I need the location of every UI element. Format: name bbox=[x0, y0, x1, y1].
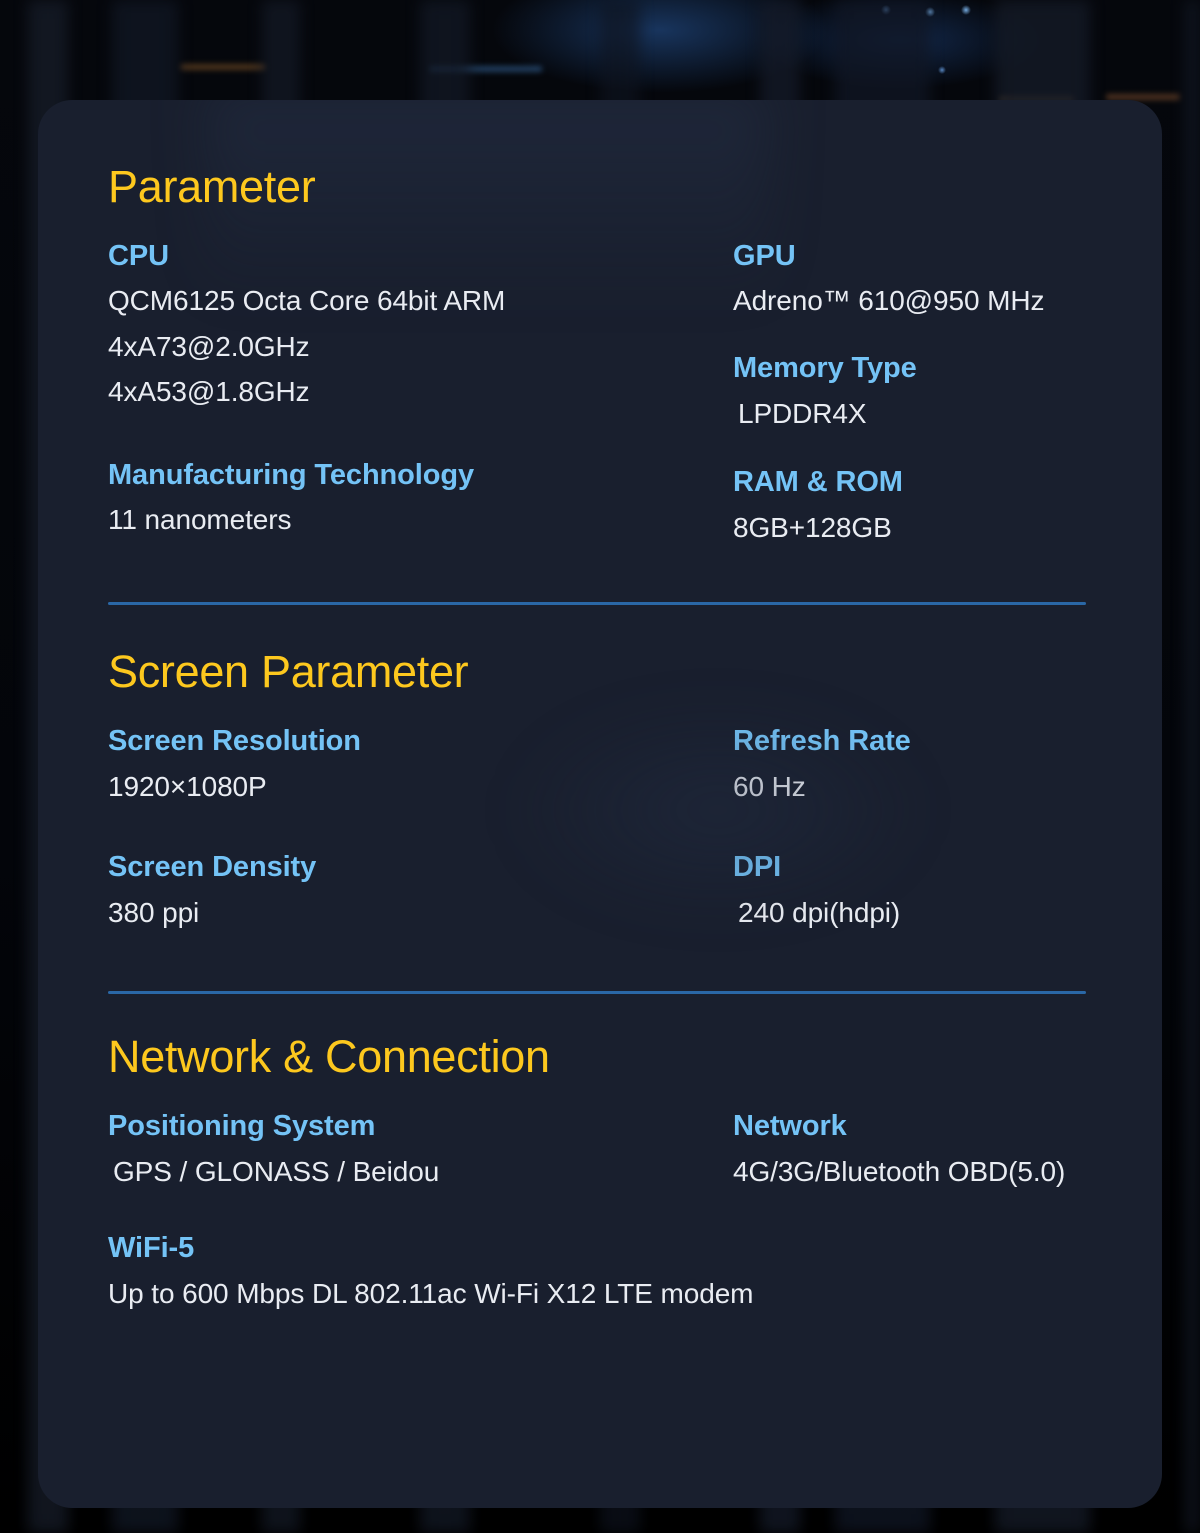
field-value-cpu-1: QCM6125 Octa Core 64bit ARM bbox=[108, 285, 506, 317]
parameter-left-column: CPU QCM6125 Octa Core 64bit ARM 4xA73@2.… bbox=[108, 234, 733, 555]
field-value-screen-density: 380 ppi bbox=[108, 897, 200, 929]
section-title-screen-parameter: Screen Parameter bbox=[108, 646, 469, 698]
field-label-wifi: WiFi-5 bbox=[108, 1232, 195, 1265]
field-dpi: DPI 240 dpi(hdpi) bbox=[733, 845, 1124, 935]
field-label-screen-density: Screen Density bbox=[108, 851, 317, 884]
network-right-column: Network 4G/3G/Bluetooth OBD(5.0) bbox=[733, 1104, 1124, 1198]
network-left-column: Positioning System GPS / GLONASS / Beido… bbox=[108, 1104, 733, 1198]
field-value-cpu-3: 4xA53@1.8GHz bbox=[108, 376, 310, 408]
field-label-network: Network bbox=[733, 1109, 847, 1142]
field-label-cpu: CPU bbox=[108, 239, 169, 272]
field-value-memory-type: LPDDR4X bbox=[738, 397, 867, 429]
wifi-row: WiFi-5 Up to 600 Mbps DL 802.11ac Wi-Fi … bbox=[70, 1226, 1124, 1320]
field-label-dpi: DPI bbox=[733, 851, 782, 884]
field-refresh-rate: Refresh Rate 60 Hz bbox=[733, 719, 1124, 809]
field-value-gpu: Adreno™ 610@950 MHz bbox=[733, 285, 1045, 317]
network-grid: Positioning System GPS / GLONASS / Beido… bbox=[70, 1104, 1124, 1198]
section-screen-parameter: Screen Parameter Screen Resolution 1920×… bbox=[70, 605, 1124, 939]
field-value-screen-resolution: 1920×1080P bbox=[108, 770, 267, 802]
section-parameter: Parameter CPU QCM6125 Octa Core 64bit AR… bbox=[70, 162, 1124, 554]
field-value-ram-rom: 8GB+128GB bbox=[733, 512, 892, 544]
screen-right-column: Refresh Rate 60 Hz DPI 240 dpi(hdpi) bbox=[733, 719, 1124, 940]
field-value-manufacturing-technology: 11 nanometers bbox=[108, 504, 292, 536]
field-gpu: GPU Adreno™ 610@950 MHz bbox=[733, 234, 1124, 324]
field-label-gpu: GPU bbox=[733, 239, 796, 272]
field-value-wifi: Up to 600 Mbps DL 802.11ac Wi-Fi X12 LTE… bbox=[108, 1278, 754, 1310]
field-screen-resolution: Screen Resolution 1920×1080P bbox=[108, 719, 733, 809]
field-label-refresh-rate: Refresh Rate bbox=[733, 724, 911, 757]
field-label-manufacturing-technology: Manufacturing Technology bbox=[108, 458, 475, 491]
field-label-ram-rom: RAM & ROM bbox=[733, 466, 903, 499]
spec-card: Parameter CPU QCM6125 Octa Core 64bit AR… bbox=[38, 100, 1162, 1508]
field-manufacturing-technology: Manufacturing Technology 11 nanometers bbox=[108, 453, 733, 543]
parameter-grid: CPU QCM6125 Octa Core 64bit ARM 4xA73@2.… bbox=[70, 234, 1124, 555]
section-network-connection: Network & Connection Positioning System … bbox=[70, 994, 1124, 1320]
field-wifi: WiFi-5 Up to 600 Mbps DL 802.11ac Wi-Fi … bbox=[108, 1226, 1124, 1316]
field-value-dpi: 240 dpi(hdpi) bbox=[738, 897, 901, 929]
field-value-network: 4G/3G/Bluetooth OBD(5.0) bbox=[733, 1155, 1066, 1187]
screen-left-column: Screen Resolution 1920×1080P Screen Dens… bbox=[108, 719, 733, 940]
field-label-screen-resolution: Screen Resolution bbox=[108, 724, 361, 757]
field-network: Network 4G/3G/Bluetooth OBD(5.0) bbox=[733, 1104, 1124, 1194]
section-title-parameter: Parameter bbox=[108, 161, 316, 212]
field-label-positioning-system: Positioning System bbox=[108, 1109, 376, 1142]
field-screen-density: Screen Density 380 ppi bbox=[108, 845, 733, 935]
field-memory-type: Memory Type LPDDR4X bbox=[733, 346, 1124, 436]
section-title-network-connection: Network & Connection bbox=[108, 1031, 550, 1083]
field-ram-rom: RAM & ROM 8GB+128GB bbox=[733, 460, 1124, 550]
parameter-right-column: GPU Adreno™ 610@950 MHz Memory Type LPDD… bbox=[733, 234, 1124, 555]
field-label-memory-type: Memory Type bbox=[733, 351, 917, 384]
field-value-positioning-system: GPS / GLONASS / Beidou bbox=[113, 1155, 440, 1187]
field-cpu: CPU QCM6125 Octa Core 64bit ARM 4xA73@2.… bbox=[108, 234, 733, 415]
screen-grid: Screen Resolution 1920×1080P Screen Dens… bbox=[70, 719, 1124, 940]
field-value-cpu-2: 4xA73@2.0GHz bbox=[108, 330, 310, 362]
field-value-refresh-rate: 60 Hz bbox=[733, 770, 806, 802]
field-positioning-system: Positioning System GPS / GLONASS / Beido… bbox=[108, 1104, 733, 1194]
